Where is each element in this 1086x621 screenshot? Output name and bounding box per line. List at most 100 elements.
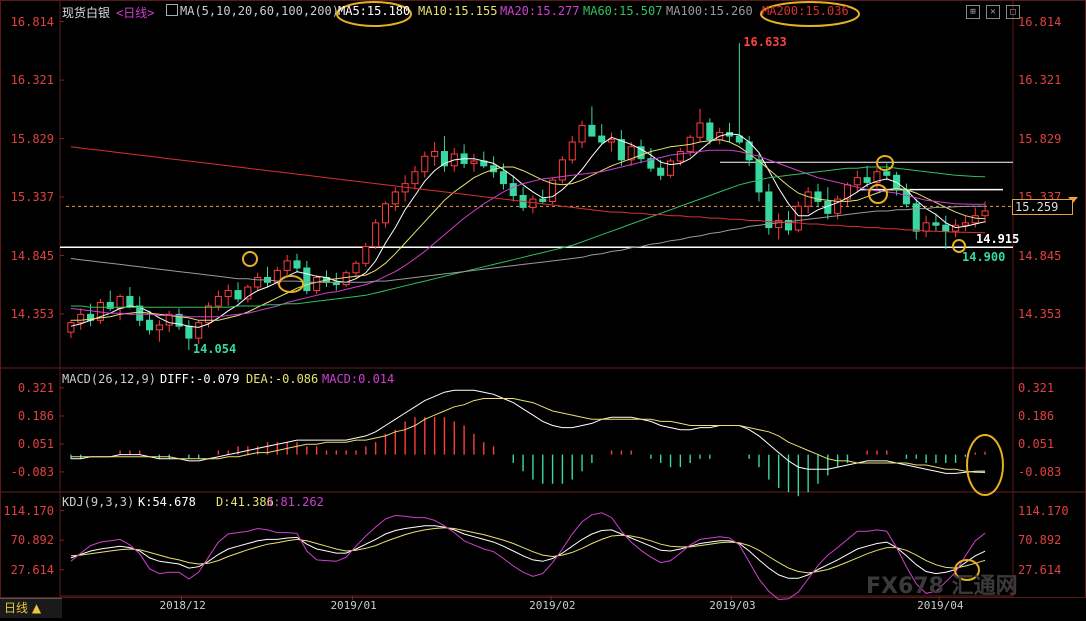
price-tick-right: 15.829 bbox=[1018, 131, 1062, 146]
x-tick-label: 2019/03 bbox=[709, 599, 756, 612]
candle-body bbox=[765, 191, 773, 229]
highlight-circle bbox=[876, 155, 894, 171]
ma100-line bbox=[70, 205, 986, 283]
kdj-tick-left: 27.614 bbox=[10, 562, 54, 577]
zoom-icon[interactable]: ⊞ bbox=[966, 5, 980, 19]
ma5-line bbox=[70, 133, 986, 328]
macd-tick-left: 0.051 bbox=[17, 437, 54, 452]
candle-body bbox=[195, 322, 203, 339]
price-tick-right: 14.353 bbox=[1018, 306, 1062, 321]
candle-body bbox=[372, 222, 380, 248]
kdj-k-legend: K:54.678 bbox=[138, 495, 196, 509]
candle-body bbox=[608, 139, 616, 143]
kdj-k-line bbox=[70, 525, 986, 579]
candle-body bbox=[234, 290, 242, 300]
candle-body bbox=[431, 151, 439, 157]
macd-tick-left: -0.083 bbox=[10, 464, 54, 479]
price-tick-right: 16.814 bbox=[1018, 14, 1062, 29]
candle-body bbox=[598, 135, 606, 143]
ma5-legend: MA5:15.180 bbox=[338, 4, 411, 18]
kdj-j-line bbox=[70, 512, 986, 601]
candle-body bbox=[126, 296, 134, 307]
candle-body bbox=[666, 160, 675, 176]
ma200-legend: MA200:15.036 bbox=[762, 4, 849, 18]
candle-body bbox=[922, 222, 930, 232]
candle-body bbox=[617, 139, 625, 161]
ma20-line bbox=[70, 149, 986, 318]
instrument-title: 现货白银 bbox=[62, 6, 111, 20]
ma100-legend: MA100:15.260 bbox=[666, 4, 753, 18]
macd-tick-right: -0.083 bbox=[1018, 464, 1062, 479]
candle-body bbox=[578, 124, 586, 143]
x-tick-label: 2019/01 bbox=[330, 599, 377, 612]
macd-tick-right: 0.186 bbox=[1018, 408, 1055, 423]
candle-body bbox=[224, 290, 232, 298]
candle-body bbox=[411, 171, 419, 185]
period-text: 日线 bbox=[123, 6, 148, 20]
candle-body bbox=[814, 191, 822, 202]
candle-body bbox=[883, 171, 891, 176]
candle-body bbox=[146, 319, 154, 331]
candle-body bbox=[67, 322, 75, 333]
ma60-legend: MA60:15.507 bbox=[583, 4, 663, 18]
candle-body bbox=[755, 159, 763, 193]
level-label-1: 14.915 bbox=[976, 232, 1020, 247]
period-label: <日线> bbox=[116, 6, 155, 20]
candle-body bbox=[303, 267, 311, 292]
ma-settings-icon[interactable] bbox=[166, 4, 178, 16]
highlight-circle bbox=[242, 251, 258, 267]
macd-dea-legend: DEA:-0.086 bbox=[246, 372, 319, 386]
price-tick-left: 14.353 bbox=[10, 306, 54, 321]
current-price-box: 15.259 bbox=[1012, 199, 1074, 216]
candle-body bbox=[421, 155, 429, 173]
macd-value-legend: MACD:0.014 bbox=[322, 372, 395, 386]
macd-tick-left: 0.321 bbox=[17, 380, 54, 395]
candle-body bbox=[116, 296, 124, 309]
ma20-legend: MA20:15.277 bbox=[500, 4, 580, 18]
kdj-d-line bbox=[70, 527, 986, 574]
candle-body bbox=[971, 215, 979, 224]
candle-body bbox=[254, 277, 262, 288]
candle-body bbox=[863, 177, 871, 183]
candle-body bbox=[362, 246, 370, 264]
high-price-label: 16.633 bbox=[743, 35, 787, 50]
candle-body bbox=[657, 167, 665, 176]
candle-body bbox=[77, 313, 85, 324]
price-tick-left: 16.814 bbox=[10, 14, 54, 29]
macd-title: MACD(26,12,9) bbox=[62, 372, 156, 386]
kdj-title: KDJ(9,3,3) bbox=[62, 495, 135, 509]
candle-body bbox=[214, 296, 222, 307]
price-tick-right: 16.321 bbox=[1018, 73, 1062, 88]
candle-body bbox=[283, 260, 291, 271]
x-tick-label: 2019/02 bbox=[529, 599, 576, 612]
candle-body bbox=[568, 141, 576, 161]
candle-body bbox=[509, 183, 517, 197]
kdj-tick-right: 27.614 bbox=[1018, 562, 1062, 577]
candle-body bbox=[853, 177, 861, 186]
price-tick-left: 14.845 bbox=[10, 248, 54, 263]
close-panel-icon[interactable]: ✕ bbox=[986, 5, 1000, 19]
kdj-tick-left: 70.892 bbox=[10, 533, 54, 548]
candle-body bbox=[539, 198, 547, 202]
candle-body bbox=[942, 224, 950, 232]
price-tick-left: 16.321 bbox=[10, 73, 54, 88]
candle-body bbox=[912, 203, 920, 232]
candle-body bbox=[588, 124, 596, 137]
candle-body bbox=[804, 191, 812, 207]
highlight-macd-ellipse bbox=[966, 434, 1004, 496]
kdj-j-legend: J:81.262 bbox=[266, 495, 324, 509]
kdj-tick-left: 114.170 bbox=[3, 503, 54, 518]
ma10-line bbox=[70, 139, 986, 321]
candle-body bbox=[794, 205, 802, 231]
candle-body bbox=[499, 171, 507, 185]
candle-body bbox=[293, 260, 301, 269]
candle-body bbox=[155, 324, 163, 331]
candle-body bbox=[696, 122, 704, 138]
candle-body bbox=[313, 277, 321, 292]
candle-body bbox=[352, 262, 360, 274]
timeframe-tab[interactable]: 日线 ▲ bbox=[0, 598, 62, 618]
candle-body bbox=[342, 272, 350, 286]
macd-tick-right: 0.051 bbox=[1018, 437, 1055, 452]
macd-tick-left: 0.186 bbox=[17, 408, 54, 423]
chart-stage: 现货白银 <日线> MA(5,10,20,60,100,200) MA5:15.… bbox=[0, 0, 1086, 618]
